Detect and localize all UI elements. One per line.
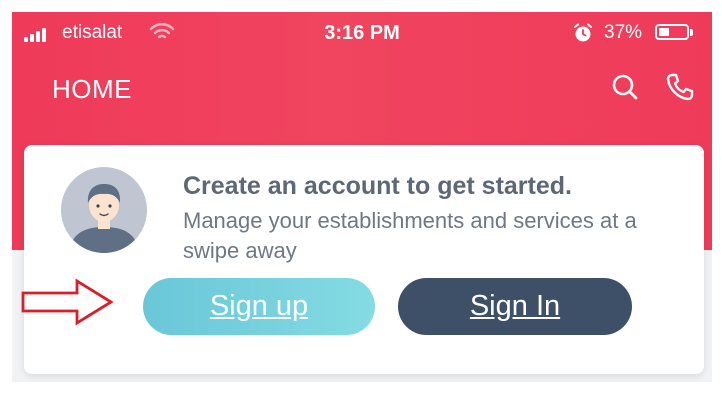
battery-percent: 37% <box>604 22 643 43</box>
signup-card: Create an account to get started. Manage… <box>24 145 704 374</box>
search-icon[interactable] <box>610 72 640 102</box>
signup-button[interactable]: Sign up <box>143 278 375 335</box>
battery-icon <box>655 24 689 40</box>
avatar <box>61 167 147 253</box>
card-heading: Create an account to get started. <box>183 172 572 200</box>
phone-icon[interactable] <box>665 72 695 102</box>
annotation-arrow-icon <box>21 278 114 326</box>
card-subtext: Manage your establishments and services … <box>183 208 637 263</box>
page-title: HOME <box>52 74 132 104</box>
app-screen: etisalat 3:16 PM 37% HOME Create an acco… <box>12 12 712 382</box>
signin-button[interactable]: Sign In <box>398 278 632 335</box>
alarm-icon <box>574 23 592 42</box>
battery-nub <box>690 29 693 36</box>
status-bar: etisalat 3:16 PM 37% <box>12 12 712 50</box>
